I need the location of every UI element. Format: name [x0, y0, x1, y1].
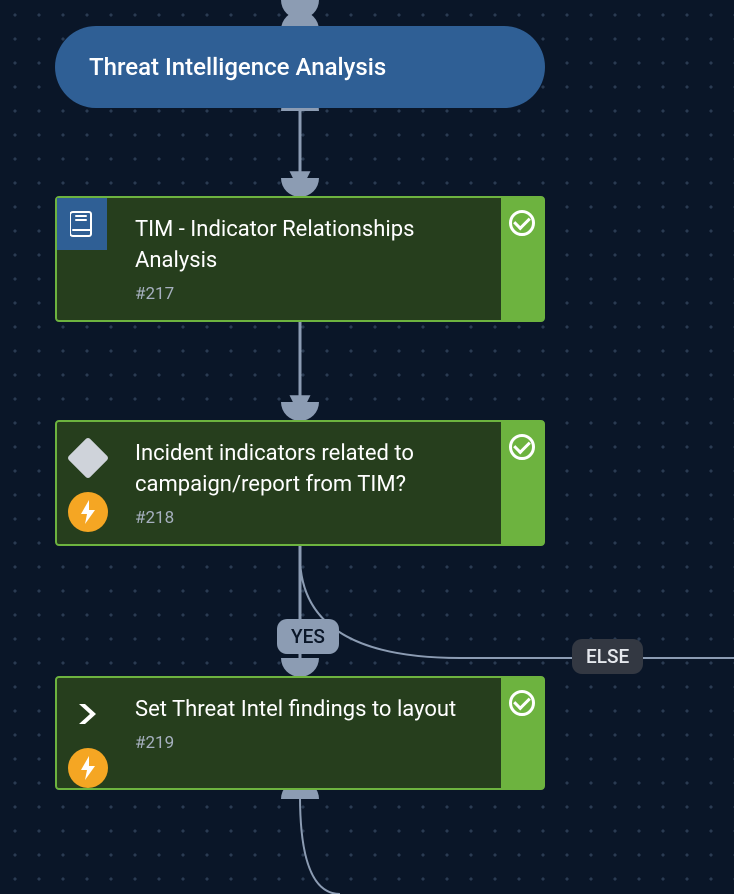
- branch-label-text: ELSE: [586, 645, 629, 668]
- connector-port: [281, 658, 319, 677]
- task-title: Set Threat Intel findings to layout: [135, 694, 489, 725]
- task-icon-column: [57, 198, 119, 320]
- branch-label-yes[interactable]: YES: [277, 619, 339, 654]
- check-icon: [509, 690, 535, 716]
- task-node-217[interactable]: TIM - Indicator Relationships Analysis #…: [55, 196, 545, 322]
- task-body: Incident indicators related to campaign/…: [119, 422, 501, 544]
- bolt-icon: [68, 748, 108, 788]
- task-id: #219: [135, 733, 489, 753]
- book-icon: [57, 198, 107, 250]
- check-icon: [509, 434, 535, 460]
- task-status-bar: [501, 198, 543, 320]
- task-body: Set Threat Intel findings to layout #219: [119, 678, 501, 788]
- task-id: #217: [135, 284, 489, 304]
- task-icon-column: [57, 678, 119, 788]
- task-body: TIM - Indicator Relationships Analysis #…: [119, 198, 501, 320]
- chevron-icon: [64, 690, 112, 738]
- task-icon-column: [57, 422, 119, 544]
- task-id: #218: [135, 508, 489, 528]
- section-title: Threat Intelligence Analysis: [89, 53, 386, 81]
- check-icon: [509, 210, 535, 236]
- task-status-bar: [501, 678, 543, 788]
- branch-label-else[interactable]: ELSE: [572, 639, 643, 674]
- connector-port: [281, 402, 319, 421]
- task-status-bar: [501, 422, 543, 544]
- task-node-218[interactable]: Incident indicators related to campaign/…: [55, 420, 545, 546]
- section-header-node[interactable]: Threat Intelligence Analysis: [55, 26, 545, 108]
- connector-port: [281, 178, 319, 197]
- bolt-icon: [68, 492, 108, 532]
- diamond-icon: [64, 434, 112, 482]
- branch-label-text: YES: [291, 625, 325, 648]
- task-title: Incident indicators related to campaign/…: [135, 438, 489, 500]
- task-node-219[interactable]: Set Threat Intel findings to layout #219: [55, 676, 545, 790]
- task-title: TIM - Indicator Relationships Analysis: [135, 214, 489, 276]
